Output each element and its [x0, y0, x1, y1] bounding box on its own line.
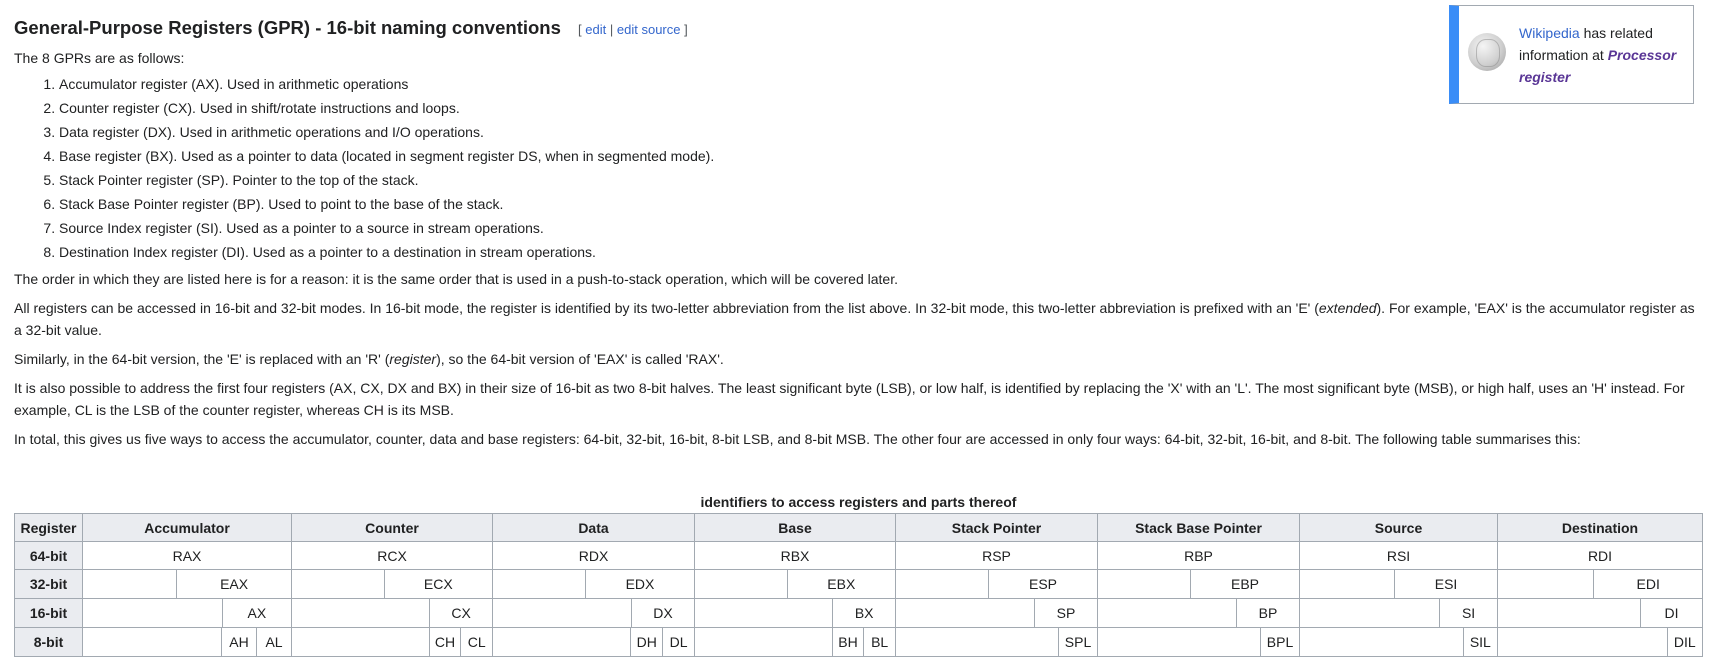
table-cell: RBP	[1097, 541, 1300, 570]
list-item: Data register (DX). Used in arithmetic o…	[59, 120, 1710, 144]
header-data: Data	[492, 513, 695, 542]
intro-text: The 8 GPRs are as follows:	[14, 50, 185, 66]
header-source: Source	[1299, 513, 1498, 542]
table-cell: AX	[82, 598, 292, 628]
paragraph-64bit: Similarly, in the 64-bit version, the 'E…	[14, 351, 724, 367]
table-cell: BPL	[1097, 627, 1300, 657]
list-item: Accumulator register (AX). Used in arith…	[59, 72, 1710, 96]
table-caption: identifiers to access registers and part…	[700, 494, 1017, 510]
table-cell: BP	[1097, 598, 1300, 628]
row-label: 32-bit	[14, 569, 83, 599]
edit-link[interactable]: edit	[585, 22, 606, 37]
header-base: Base	[694, 513, 896, 542]
list-item: Base register (BX). Used as a pointer to…	[59, 144, 1710, 168]
table-cell: SIL	[1299, 627, 1498, 657]
row-label: 64-bit	[14, 541, 83, 570]
bracket-close: ]	[684, 22, 688, 37]
paragraph-order: The order in which they are listed here …	[14, 271, 898, 287]
gpr-list: Accumulator register (AX). Used in arith…	[14, 72, 1710, 264]
table-cell: RAX	[82, 541, 292, 570]
header-destination: Destination	[1497, 513, 1703, 542]
table-cell: DX	[492, 598, 695, 628]
header-register: Register	[14, 513, 83, 542]
header-accumulator: Accumulator	[82, 513, 292, 542]
table-cell: RCX	[291, 541, 493, 570]
table-cell: CX	[291, 598, 493, 628]
table-cell: RSP	[895, 541, 1098, 570]
table-row-64bit: 64-bit RAX RCX RDX RBX RSP RBP RSI RDI	[14, 541, 1703, 570]
table-cell: ESP	[895, 569, 1098, 599]
table-cell: RDX	[492, 541, 695, 570]
table-cell: ESI	[1299, 569, 1498, 599]
list-item: Stack Pointer register (SP). Pointer to …	[59, 168, 1710, 192]
list-item: Counter register (CX). Used in shift/rot…	[59, 96, 1710, 120]
table-row-8bit: 8-bit AH AL CH CL DH DL BH BL SPL BPL SIL DI…	[14, 627, 1703, 657]
table-cell: RDI	[1497, 541, 1703, 570]
table-cell: SPL	[895, 627, 1098, 657]
separator: |	[609, 22, 614, 37]
article-content: General-Purpose Registers (GPR) - 16-bit…	[14, 16, 1710, 450]
table-cell: SP	[895, 598, 1098, 628]
header-stack-base-pointer: Stack Base Pointer	[1097, 513, 1300, 542]
table-cell: BH BL	[694, 627, 896, 657]
table-cell: EDX	[492, 569, 695, 599]
table-header-row: Register Accumulator Counter Data Base S…	[14, 513, 1703, 542]
header-stack-pointer: Stack Pointer	[895, 513, 1098, 542]
list-item: Destination Index register (DI). Used as…	[59, 240, 1710, 264]
row-label: 8-bit	[14, 627, 83, 657]
section-heading: General-Purpose Registers (GPR) - 16-bit…	[14, 16, 1710, 42]
table-cell: EDI	[1497, 569, 1703, 599]
table-cell: CH CL	[291, 627, 493, 657]
table-cell: DH DL	[492, 627, 695, 657]
table-cell: SI	[1299, 598, 1498, 628]
paragraph-summary: In total, this gives us five ways to acc…	[14, 431, 1581, 447]
row-label: 16-bit	[14, 598, 83, 628]
table-row-16bit: 16-bit AX CX DX BX SP BP SI DI	[14, 598, 1703, 628]
table-cell: EBX	[694, 569, 896, 599]
table-cell: DI	[1497, 598, 1703, 628]
table-cell: EBP	[1097, 569, 1300, 599]
table-cell: AH AL	[82, 627, 292, 657]
paragraph-halves: It is also possible to address the first…	[14, 380, 1685, 418]
registers-table: identifiers to access registers and part…	[14, 494, 1703, 657]
table-cell: RSI	[1299, 541, 1498, 570]
table-cell: EAX	[82, 569, 292, 599]
header-counter: Counter	[291, 513, 493, 542]
bracket-open: [	[578, 22, 582, 37]
list-item: Source Index register (SI). Used as a po…	[59, 216, 1710, 240]
paragraph-modes: All registers can be accessed in 16-bit …	[14, 300, 1695, 338]
edit-source-link[interactable]: edit source	[617, 22, 681, 37]
table-row-32bit: 32-bit EAX ECX EDX EBX ESP EBP ESI EDI	[14, 569, 1703, 599]
edit-section-links: [ edit | edit source ]	[578, 22, 688, 37]
table-cell: RBX	[694, 541, 896, 570]
table-cell: BX	[694, 598, 896, 628]
section-title: General-Purpose Registers (GPR) - 16-bit…	[14, 17, 561, 38]
table-cell: DIL	[1497, 627, 1703, 657]
table-cell: ECX	[291, 569, 493, 599]
list-item: Stack Base Pointer register (BP). Used t…	[59, 192, 1710, 216]
